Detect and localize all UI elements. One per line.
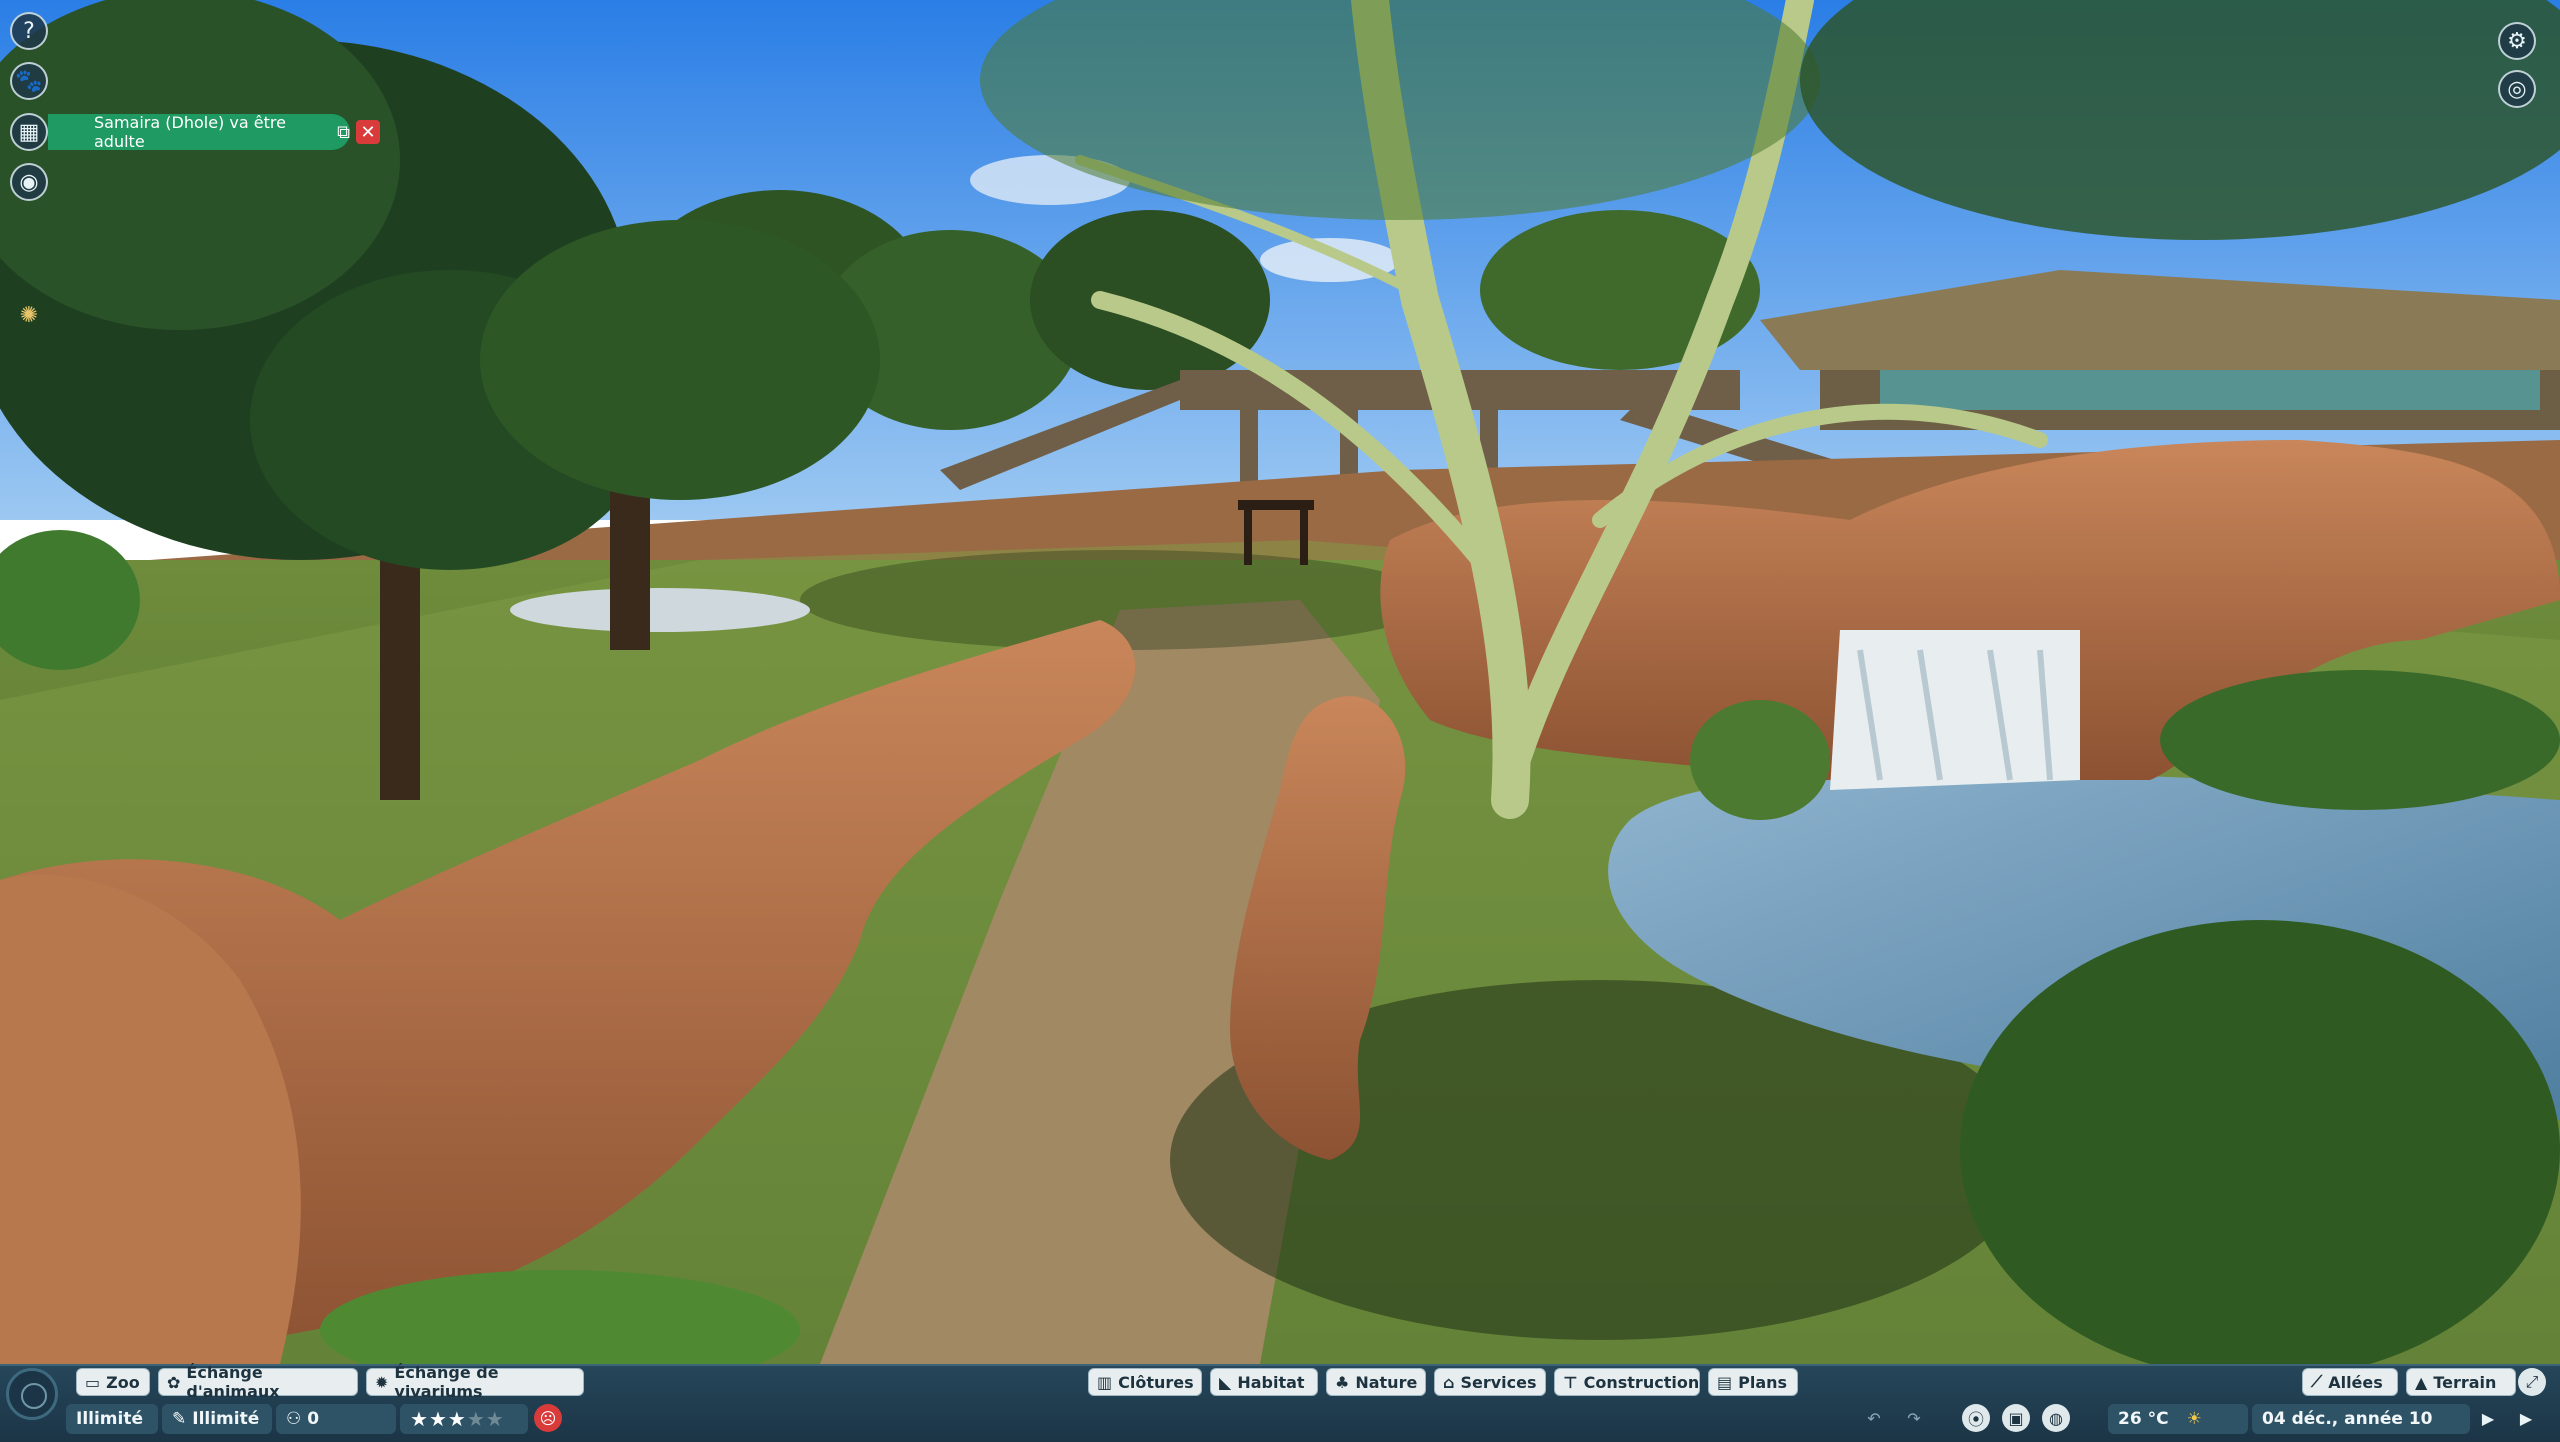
vivarium-icon: ✹ <box>375 1372 389 1392</box>
calendar-icon[interactable]: ▦ <box>10 113 48 151</box>
star-icon: ★ <box>410 1407 429 1431</box>
paw-icon: ✿ <box>167 1372 181 1392</box>
zoo-button[interactable]: ▭ Zoo <box>76 1368 150 1396</box>
research-icon: ✎ <box>172 1409 187 1429</box>
terrain-icon: ▲ <box>2415 1372 2428 1392</box>
eye-icon[interactable]: ◉ <box>10 163 48 201</box>
bush-right <box>1960 920 2560 1380</box>
nature-icon: ♣ <box>1335 1372 1350 1392</box>
expand-icon[interactable]: ⤢ <box>2518 1368 2546 1396</box>
zoo-icon: ▭ <box>85 1372 101 1392</box>
sun-icon: ☀ <box>2186 1409 2202 1429</box>
home-dial-icon[interactable] <box>6 1368 58 1420</box>
notification-text: Samaira (Dhole) va être adulte <box>94 113 286 151</box>
habitat-button[interactable]: ◣ Habitat <box>1210 1368 1318 1396</box>
settings-icon[interactable]: ⚙ <box>2498 22 2536 60</box>
sparkle-icon[interactable]: ✺ <box>10 296 48 334</box>
plans-icon: ▤ <box>1717 1372 1733 1392</box>
camera-mode-icon[interactable]: ▣ <box>2002 1404 2030 1432</box>
game-viewport[interactable] <box>0 0 2560 1440</box>
bush <box>1690 700 1830 820</box>
nature-button[interactable]: ♣ Nature <box>1326 1368 1426 1396</box>
star-icon: ★ <box>466 1407 486 1431</box>
help-icon[interactable]: ? <box>10 12 48 50</box>
money-status[interactable]: Illimité <box>66 1404 158 1434</box>
plans-button[interactable]: ▤ Plans <box>1708 1368 1798 1396</box>
weather-status[interactable]: 26 °C ☀ <box>2108 1404 2248 1434</box>
guests-icon: ⚇ <box>286 1409 302 1429</box>
paths-button[interactable]: ⟋ Allées <box>2302 1368 2398 1396</box>
camera-icon[interactable]: ◎ <box>2498 70 2536 108</box>
construction-button[interactable]: ⊤ Construction <box>1554 1368 1700 1396</box>
close-icon[interactable]: ✕ <box>356 120 380 144</box>
notification-banner[interactable]: Samaira (Dhole) va être adulte ⧉ <box>48 113 350 151</box>
star-icon: ★ <box>485 1407 505 1431</box>
date-status: 04 déc., année 10 <box>2252 1404 2470 1434</box>
fast-forward-icon[interactable]: ▶ <box>2512 1404 2540 1432</box>
bush <box>2160 670 2560 810</box>
star-icon: ★ <box>447 1407 467 1431</box>
undo-icon[interactable]: ↶ <box>1860 1404 1888 1432</box>
terrain-button[interactable]: ▲ Terrain <box>2406 1368 2516 1396</box>
fence-icon: ▥ <box>1097 1372 1113 1392</box>
animal-exchange-button[interactable]: ✿ Échange d'animaux <box>158 1363 358 1401</box>
redo-icon[interactable]: ↷ <box>1900 1404 1928 1432</box>
construction-icon: ⊤ <box>1563 1372 1578 1392</box>
zoo-habitat-scene <box>0 0 2560 1390</box>
power-icon[interactable]: ⦿ <box>1962 1404 1990 1432</box>
services-icon: ⌂ <box>1443 1372 1455 1392</box>
path-icon: ⟋ <box>2311 1372 2323 1391</box>
small-pool <box>510 588 810 632</box>
research-status[interactable]: ✎ Illimité <box>162 1404 272 1434</box>
rating-stars: ★★★★★ <box>410 1407 505 1431</box>
vivarium-exchange-button[interactable]: ✹ Échange de vivariums <box>366 1363 584 1401</box>
external-link-icon[interactable]: ⧉ <box>337 122 350 143</box>
play-icon[interactable]: ▶ <box>2474 1404 2502 1432</box>
fences-button[interactable]: ▥ Clôtures <box>1088 1368 1202 1396</box>
services-button[interactable]: ⌂ Services <box>1434 1368 1546 1396</box>
habitat-icon: ◣ <box>1219 1372 1232 1392</box>
animal-icon[interactable]: 🐾 <box>10 62 48 100</box>
sad-face-icon[interactable]: ☹ <box>534 1404 562 1432</box>
star-icon: ★ <box>428 1407 448 1431</box>
guests-status[interactable]: ⚇ 0 <box>276 1404 396 1434</box>
globe-icon[interactable]: ◍ <box>2042 1404 2070 1432</box>
zoo-rating[interactable]: ★★★★★ <box>400 1404 528 1434</box>
